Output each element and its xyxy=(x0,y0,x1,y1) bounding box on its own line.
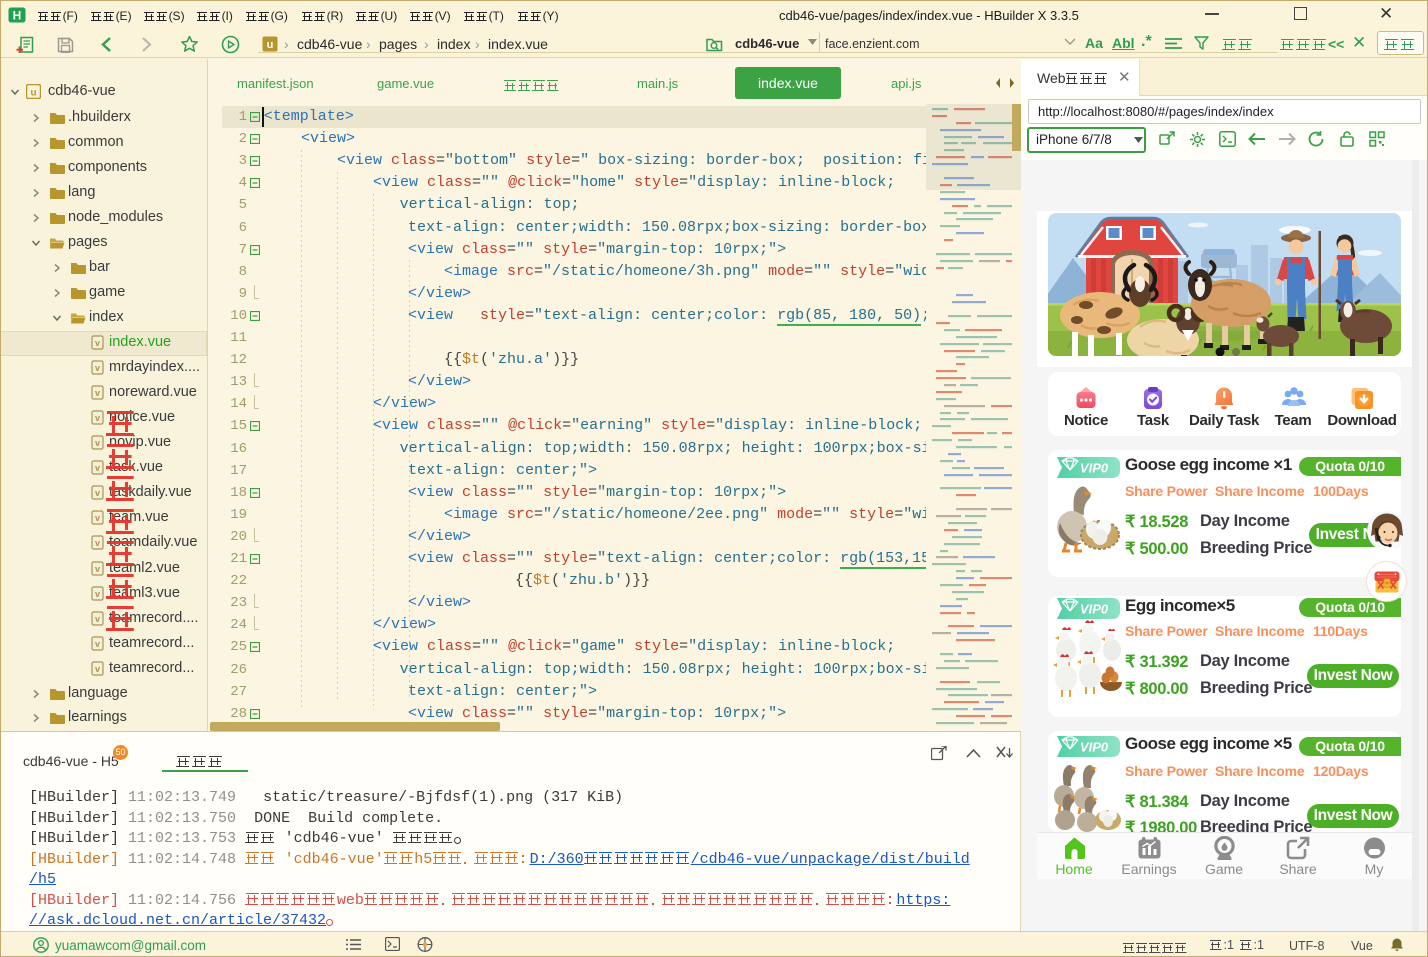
svg-text:v: v xyxy=(95,564,100,574)
svg-text:v: v xyxy=(95,413,100,423)
svg-text:VIP0: VIP0 xyxy=(1080,740,1109,755)
svg-text:v: v xyxy=(95,538,100,548)
svg-text:u: u xyxy=(30,88,36,99)
svg-text:v: v xyxy=(95,639,100,649)
svg-text:v: v xyxy=(95,488,100,498)
svg-text:VIP0: VIP0 xyxy=(1080,602,1109,617)
svg-text:v: v xyxy=(95,614,100,624)
svg-text:H: H xyxy=(13,9,22,23)
svg-text:u: u xyxy=(267,39,274,51)
svg-text:v: v xyxy=(95,338,100,348)
svg-text:v: v xyxy=(95,589,100,599)
svg-text:v: v xyxy=(95,438,100,448)
svg-text:VIP0: VIP0 xyxy=(1080,461,1109,476)
svg-text:v: v xyxy=(95,664,100,674)
svg-text:v: v xyxy=(95,513,100,523)
svg-text:v: v xyxy=(95,388,100,398)
svg-text:v: v xyxy=(95,463,100,473)
svg-text:v: v xyxy=(95,363,100,373)
